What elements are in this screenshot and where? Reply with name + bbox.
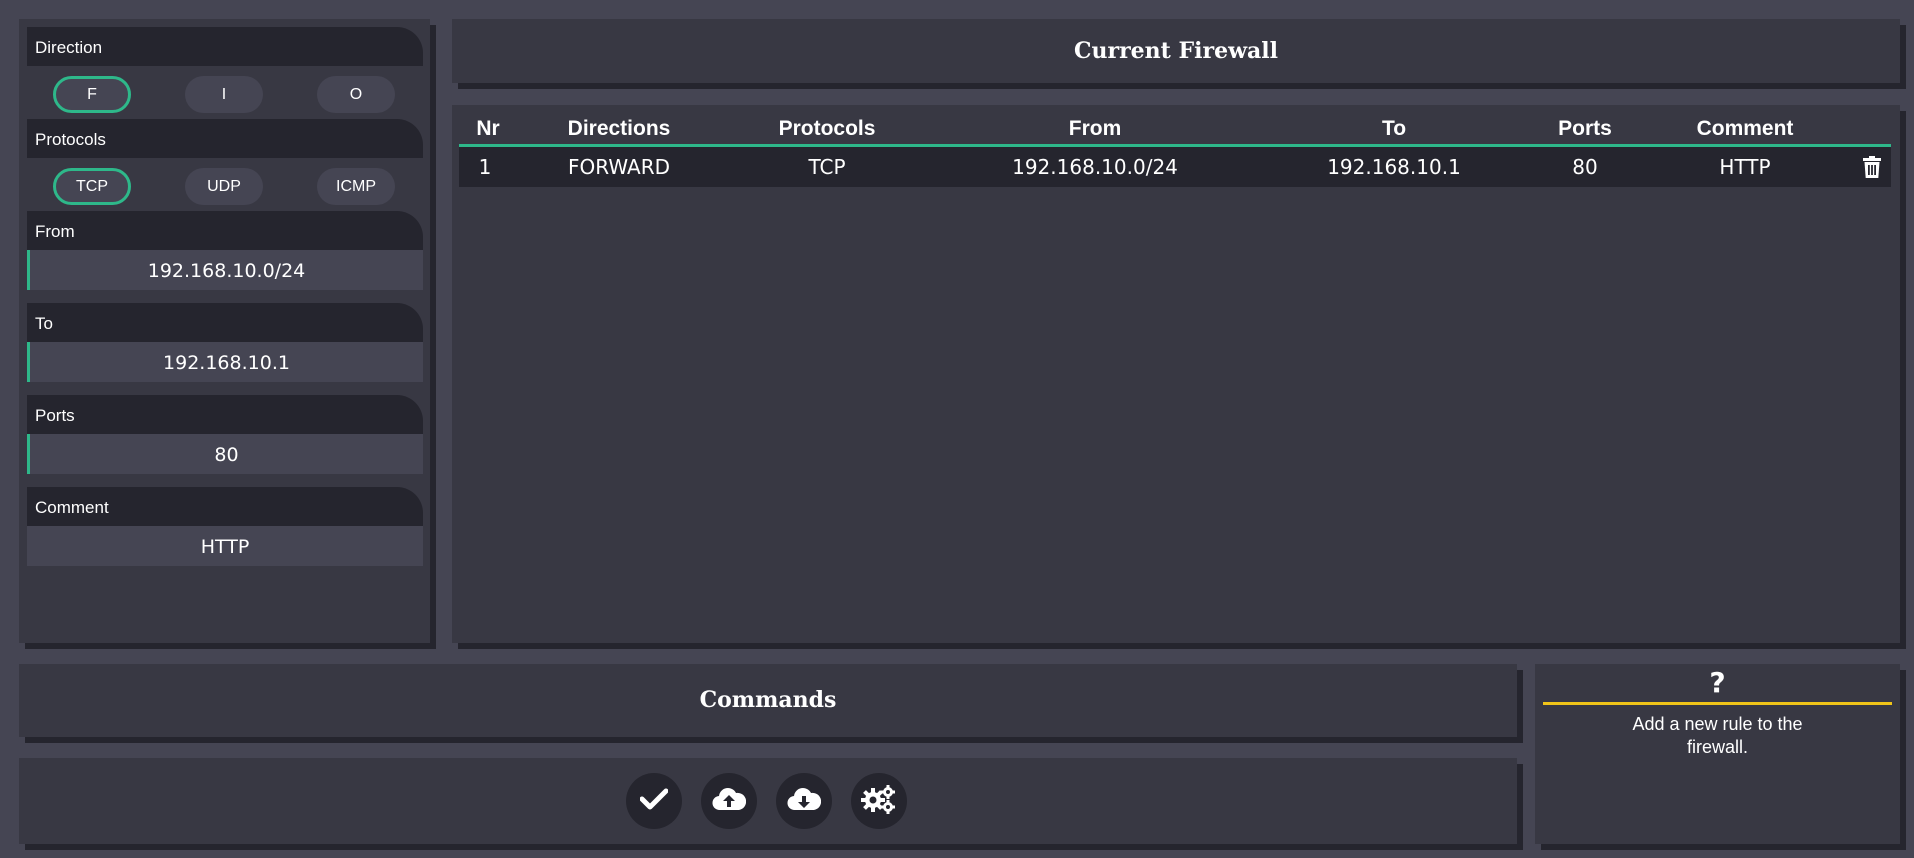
direction-f-button[interactable]: F bbox=[53, 76, 131, 113]
trash-icon[interactable] bbox=[1862, 156, 1882, 183]
from-label: From bbox=[27, 211, 423, 250]
comment-input[interactable]: HTTP bbox=[27, 526, 423, 566]
help-panel: ? Add a new rule to the firewall. bbox=[1535, 664, 1900, 844]
direction-label: Direction bbox=[27, 27, 423, 66]
cell-protocol: TCP bbox=[808, 155, 846, 179]
cell-to: 192.168.10.1 bbox=[1327, 155, 1461, 179]
rule-form-panel: Direction F I O Protocols TCP UDP ICMP F… bbox=[19, 19, 430, 643]
direction-group: Direction F I O bbox=[27, 27, 423, 119]
help-symbol: ? bbox=[1709, 666, 1726, 699]
direction-o-button[interactable]: O bbox=[317, 76, 395, 113]
to-group: To 192.168.10.1 bbox=[27, 303, 423, 382]
cloud-upload-icon bbox=[712, 786, 747, 817]
cell-from: 192.168.10.0/24 bbox=[1012, 155, 1178, 179]
to-input[interactable]: 192.168.10.1 bbox=[27, 342, 423, 382]
column-from: From bbox=[1068, 117, 1122, 140]
help-text: Add a new rule to the firewall. bbox=[1632, 714, 1803, 757]
protocols-group: Protocols TCP UDP ICMP bbox=[27, 119, 423, 211]
commands-title: Commands bbox=[699, 687, 837, 713]
ports-input[interactable]: 80 bbox=[27, 434, 423, 474]
from-input[interactable]: 192.168.10.0/24 bbox=[27, 250, 423, 290]
to-label: To bbox=[27, 303, 423, 342]
direction-i-button[interactable]: I bbox=[185, 76, 263, 113]
cell-direction: FORWARD bbox=[568, 155, 670, 179]
column-to: To bbox=[1381, 117, 1407, 140]
protocol-udp-button[interactable]: UDP bbox=[185, 168, 263, 205]
column-nr: Nr bbox=[476, 117, 500, 140]
commands-bar bbox=[19, 758, 1517, 844]
table-header: Nr Directions Protocols From To Ports Co… bbox=[459, 112, 1891, 147]
column-protocols: Protocols bbox=[778, 117, 876, 140]
check-icon bbox=[639, 788, 669, 815]
protocol-icmp-button[interactable]: ICMP bbox=[317, 168, 395, 205]
cloud-download-icon bbox=[787, 786, 822, 817]
firewall-table-panel: Nr Directions Protocols From To Ports Co… bbox=[452, 105, 1900, 643]
column-directions: Directions bbox=[567, 117, 671, 140]
cell-comment: HTTP bbox=[1719, 155, 1771, 179]
column-comment: Comment bbox=[1696, 117, 1794, 140]
column-ports: Ports bbox=[1558, 117, 1612, 140]
protocols-label: Protocols bbox=[27, 119, 423, 158]
firewall-header: Current Firewall bbox=[452, 19, 1900, 83]
table-row[interactable]: 1 FORWARD TCP 192.168.10.0/24 192.168.10… bbox=[459, 147, 1891, 187]
settings-button[interactable] bbox=[851, 773, 907, 829]
from-group: From 192.168.10.0/24 bbox=[27, 211, 423, 290]
ports-label: Ports bbox=[27, 395, 423, 434]
apply-button[interactable] bbox=[626, 773, 682, 829]
cell-ports: 80 bbox=[1572, 155, 1598, 179]
protocol-tcp-button[interactable]: TCP bbox=[53, 168, 131, 205]
ports-group: Ports 80 bbox=[27, 395, 423, 474]
gears-icon bbox=[861, 784, 897, 819]
commands-header: Commands bbox=[19, 664, 1517, 737]
upload-button[interactable] bbox=[701, 773, 757, 829]
firewall-title: Current Firewall bbox=[1074, 38, 1278, 64]
comment-group: Comment HTTP bbox=[27, 487, 423, 566]
cell-nr: 1 bbox=[478, 155, 492, 179]
download-button[interactable] bbox=[776, 773, 832, 829]
comment-label: Comment bbox=[27, 487, 423, 526]
